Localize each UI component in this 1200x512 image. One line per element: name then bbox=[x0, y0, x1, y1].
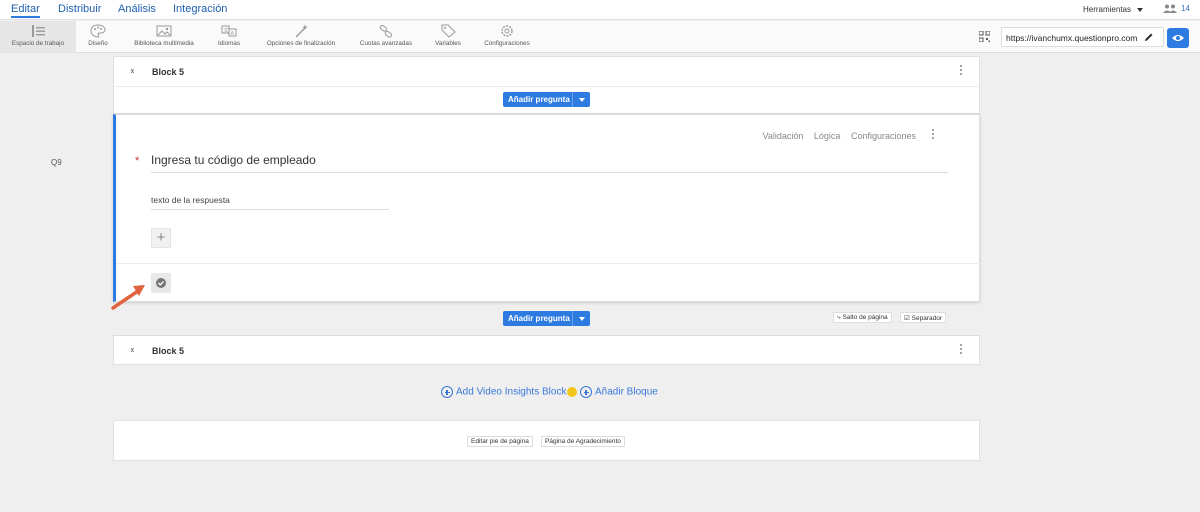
block-menu-icon[interactable] bbox=[960, 344, 963, 356]
survey-url-box[interactable]: https://ivanchumx.questionpro.com bbox=[1001, 27, 1164, 47]
gear-icon bbox=[501, 25, 513, 37]
thank-you-page-button[interactable]: Página de Agradecimiento bbox=[541, 436, 625, 447]
add-circle-icon bbox=[441, 386, 453, 398]
toolbar-variables[interactable]: Variables bbox=[431, 21, 465, 53]
edit-footer-button[interactable]: Editar pie de página bbox=[467, 436, 533, 447]
preview-button[interactable] bbox=[1167, 28, 1189, 48]
block-name[interactable]: Block 5 bbox=[152, 346, 184, 356]
block-menu-icon[interactable] bbox=[960, 65, 963, 77]
add-option-button[interactable]: + bbox=[151, 228, 171, 248]
question-number: Q9 bbox=[51, 158, 62, 167]
add-video-insights-link[interactable]: Add Video Insights Block bbox=[441, 386, 578, 398]
logic-link[interactable]: Lógica bbox=[814, 131, 841, 141]
toolbar-advanced-quotas[interactable]: Cuotas avanzadas bbox=[357, 21, 415, 53]
tab-editar[interactable]: Editar bbox=[11, 3, 40, 18]
plus-icon: + bbox=[156, 229, 166, 246]
question-title[interactable]: Ingresa tu código de empleado bbox=[151, 153, 948, 173]
tag-icon bbox=[441, 24, 456, 38]
question-card[interactable]: Validación Lógica Configuraciones * Ingr… bbox=[113, 114, 980, 302]
separator-label: Separador bbox=[911, 315, 942, 322]
eye-icon bbox=[1172, 35, 1184, 41]
toolbar-label: Diseño bbox=[88, 40, 108, 47]
svg-text:A: A bbox=[231, 31, 235, 37]
collapse-icon[interactable]: ⌄ ⌃ bbox=[129, 344, 136, 358]
arrow-annotation-icon bbox=[111, 285, 145, 310]
workspace-icon bbox=[32, 25, 45, 37]
tab-distribuir[interactable]: Distribuir bbox=[58, 3, 101, 15]
page-break-button[interactable]: ⤷ Salto de página bbox=[833, 312, 892, 323]
tab-integracion[interactable]: Integración bbox=[173, 3, 227, 15]
language-icon: 文A bbox=[221, 25, 237, 37]
svg-text:文: 文 bbox=[224, 27, 229, 34]
badge-check-icon bbox=[156, 278, 166, 288]
chevron-down-icon bbox=[1137, 7, 1143, 12]
toolbar-workspace[interactable]: Espacio de trabajo bbox=[0, 21, 76, 53]
toolbar-design[interactable]: Diseño bbox=[80, 21, 116, 53]
add-question-button[interactable]: Añadir pregunta bbox=[503, 92, 590, 107]
add-question-label: Añadir pregunta bbox=[508, 314, 570, 323]
toolbar-label: Opciones de finalización bbox=[266, 40, 336, 47]
add-question-button[interactable]: Añadir pregunta bbox=[503, 311, 590, 326]
add-block-link[interactable]: Añadir Bloque bbox=[580, 386, 658, 398]
toolbar-label: Espacio de trabajo bbox=[11, 40, 65, 47]
toolbar-label: Idiomas bbox=[217, 40, 241, 47]
add-block-label: Añadir Bloque bbox=[595, 386, 658, 398]
qr-code-icon[interactable] bbox=[979, 31, 990, 42]
editor-toolbar: Espacio de trabajo Diseño Biblioteca mul… bbox=[0, 21, 1200, 53]
add-question-label: Añadir pregunta bbox=[508, 95, 570, 104]
answer-text-field[interactable]: texto de la respuesta bbox=[151, 195, 389, 210]
page-break-icon: ⤷ bbox=[837, 314, 841, 321]
block-header: ⌄ ⌃ Block 5 bbox=[114, 336, 979, 365]
add-video-label: Add Video Insights Block bbox=[456, 386, 567, 398]
users-icon bbox=[1163, 4, 1178, 14]
pencil-icon[interactable] bbox=[1144, 32, 1154, 42]
toolbar-settings[interactable]: Configuraciones bbox=[481, 21, 533, 53]
chevron-down-icon[interactable] bbox=[572, 92, 590, 107]
chevron-down-icon[interactable] bbox=[572, 311, 590, 326]
toolbar-media-library[interactable]: Biblioteca multimedia bbox=[127, 21, 201, 53]
users-count: 14 bbox=[1181, 4, 1190, 13]
collapse-icon[interactable]: ⌄ ⌃ bbox=[129, 65, 136, 79]
question-links: Validación Lógica Configuraciones bbox=[755, 131, 916, 141]
block-header: ⌄ ⌃ Block 5 bbox=[114, 57, 979, 86]
divider bbox=[116, 263, 980, 264]
toolbar-languages[interactable]: 文A Idiomas bbox=[214, 21, 244, 53]
required-icon: * bbox=[135, 155, 140, 167]
footer-panel: Editar pie de página Página de Agradecim… bbox=[113, 420, 980, 461]
question-menu-icon[interactable] bbox=[932, 129, 935, 141]
top-nav: Editar Distribuir Análisis Integración H… bbox=[0, 0, 1200, 20]
block-panel-top: ⌄ ⌃ Block 5 Añadir pregunta bbox=[113, 56, 980, 114]
settings-link[interactable]: Configuraciones bbox=[851, 131, 916, 141]
magic-wand-icon bbox=[295, 24, 308, 38]
link-icon bbox=[379, 24, 393, 38]
tab-analisis[interactable]: Análisis bbox=[118, 3, 156, 15]
validation-link[interactable]: Validación bbox=[763, 131, 804, 141]
tools-menu[interactable]: Herramientas bbox=[1083, 5, 1143, 14]
palette-icon bbox=[90, 24, 106, 38]
separator-button[interactable]: ☑ Separador bbox=[900, 312, 946, 323]
tools-label: Herramientas bbox=[1082, 5, 1131, 14]
block-name[interactable]: Block 5 bbox=[152, 67, 184, 77]
toolbar-completion-options[interactable]: Opciones de finalización bbox=[262, 21, 340, 53]
toolbar-label: Configuraciones bbox=[484, 40, 530, 47]
users-indicator[interactable]: 14 bbox=[1163, 4, 1190, 14]
survey-url: https://ivanchumx.questionpro.com bbox=[1006, 33, 1138, 43]
lightbulb-icon bbox=[567, 387, 578, 397]
page-break-label: Salto de página bbox=[842, 314, 888, 321]
toolbar-label: Biblioteca multimedia bbox=[134, 40, 194, 47]
block-panel-bottom: ⌄ ⌃ Block 5 bbox=[113, 335, 980, 365]
checkbox-icon: ☑ bbox=[904, 315, 910, 322]
verified-button[interactable] bbox=[151, 273, 171, 293]
divider bbox=[114, 86, 979, 87]
toolbar-label: Variables bbox=[435, 40, 461, 47]
image-icon bbox=[156, 25, 172, 37]
add-circle-icon bbox=[580, 386, 592, 398]
toolbar-label: Cuotas avanzadas bbox=[359, 40, 413, 47]
